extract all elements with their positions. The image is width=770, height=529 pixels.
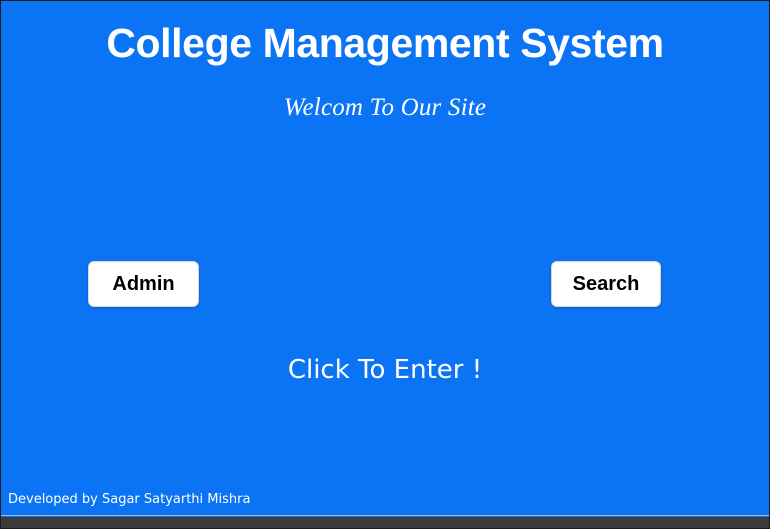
developer-credit: Developed by Sagar Satyarthi Mishra [8,492,251,507]
admin-button[interactable]: Admin [88,261,199,307]
search-button[interactable]: Search [551,261,661,307]
page-title: College Management System [106,20,664,66]
window-bottom-edge [1,515,769,528]
click-to-enter-label: Click To Enter ! [287,355,483,385]
welcome-subtitle: Welcom To Our Site [283,94,487,121]
app-window: College Management System Welcom To Our … [0,0,770,529]
